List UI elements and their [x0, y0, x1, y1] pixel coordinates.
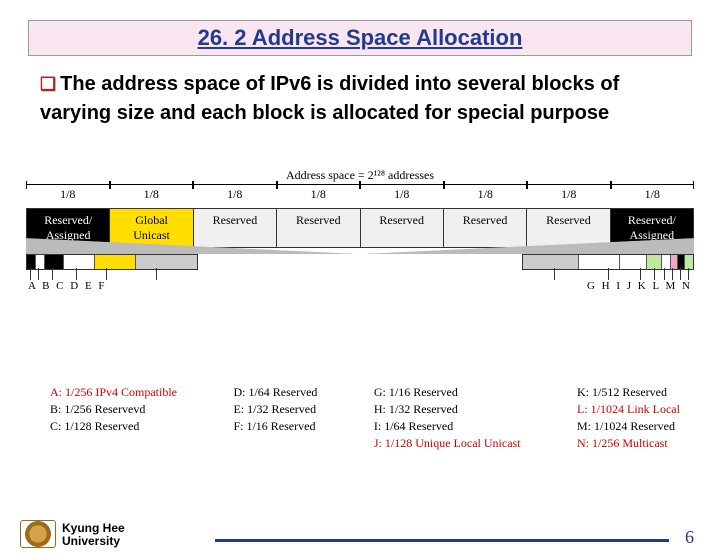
page-number: 6: [685, 527, 700, 548]
main-bar: Reserved/AssignedGlobalUnicastReservedRe…: [26, 208, 694, 248]
legend-item: L: 1/1024 Link Local: [577, 402, 680, 417]
address-space-diagram: Address space = 2¹²⁸ addresses 1/81/81/8…: [26, 168, 694, 323]
letters-left: A B C D E F: [28, 280, 107, 292]
ticks-left: [26, 268, 196, 280]
legend-item: E: 1/32 Reserved: [233, 402, 317, 417]
body-text: The address space of IPv6 is divided int…: [40, 73, 619, 124]
legend-col-1: A: 1/256 IPv4 Compatible B: 1/256 Reserve…: [50, 385, 177, 451]
letters-right: G H I J K L M N: [587, 280, 692, 292]
bar-segment: Reserved: [444, 208, 527, 248]
legend-item: K: 1/512 Reserved: [577, 385, 680, 400]
bar-segment: Reserved: [361, 208, 444, 248]
legend-item: M: 1/1024 Reserved: [577, 419, 680, 434]
legend-col-3: G: 1/16 Reserved H: 1/32 Reserved I: 1/64 …: [374, 385, 521, 451]
university-name: Kyung HeeUniversity: [62, 522, 125, 548]
fraction-row: 1/81/81/81/81/81/81/81/8: [26, 184, 694, 202]
ticks-right: [524, 268, 694, 280]
legend-item: B: 1/256 Reservevd: [50, 402, 177, 417]
slide-footer: Kyung HeeUniversity 6: [20, 520, 700, 548]
legend-item: A: 1/256 IPv4 Compatible: [50, 385, 177, 400]
legend-item: N: 1/256 Multicast: [577, 436, 680, 451]
legend-col-2: D: 1/64 Reserved E: 1/32 Reserved F: 1/16 …: [233, 385, 317, 451]
bar-segment: Reserved: [527, 208, 610, 248]
bar-segment: Reserved: [194, 208, 277, 248]
legend-item: D: 1/64 Reserved: [233, 385, 317, 400]
bar-segment: Reserved: [277, 208, 360, 248]
bullet-icon: ❑: [40, 74, 60, 94]
legend-item: J: 1/128 Unique Local Unicast: [374, 436, 521, 451]
footer-rule: [215, 539, 669, 542]
legend: A: 1/256 IPv4 Compatible B: 1/256 Reserve…: [50, 385, 680, 451]
university-logo-icon: [20, 520, 56, 548]
legend-col-4: K: 1/512 Reserved L: 1/1024 Link Local M: …: [577, 385, 680, 451]
body-paragraph: ❑The address space of IPv6 is divided in…: [40, 70, 684, 128]
bar-segment: GlobalUnicast: [110, 208, 193, 248]
legend-item: H: 1/32 Reserved: [374, 402, 521, 417]
slide-title-bar: 26. 2 Address Space Allocation: [28, 20, 692, 56]
legend-item: F: 1/16 Reserved: [233, 419, 317, 434]
legend-item: C: 1/128 Reserved: [50, 419, 177, 434]
legend-item: G: 1/16 Reserved: [374, 385, 521, 400]
legend-item: I: 1/64 Reserved: [374, 419, 521, 434]
slide-title: 26. 2 Address Space Allocation: [198, 25, 523, 50]
